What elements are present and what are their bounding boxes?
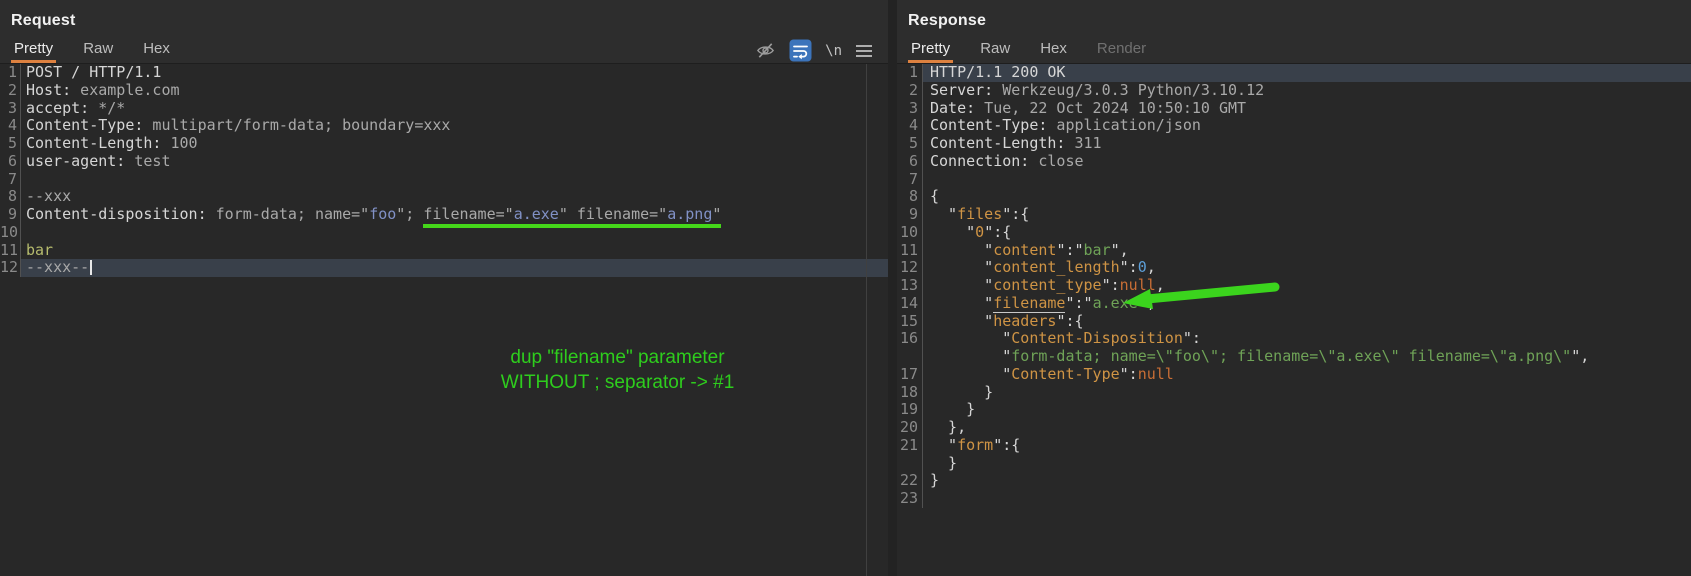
line-number: 6 xyxy=(0,152,21,171)
line-number: 21 xyxy=(897,436,923,455)
response-editor[interactable]: 1 HTTP/1.1 200 OK 2 Server: Werkzeug/3.0.3 … xyxy=(897,63,1691,576)
menu-icon[interactable] xyxy=(855,44,873,58)
response-panel-title: Response xyxy=(908,12,987,29)
line-number: 19 xyxy=(897,400,923,419)
code-line: 9 Content-disposition: form-data; name="f… xyxy=(0,205,888,228)
line-number: 20 xyxy=(897,418,923,437)
request-editor[interactable]: 1 POST / HTTP/1.1 2 Host: example.com 3 accep… xyxy=(0,63,888,576)
line-number: 4 xyxy=(897,116,923,135)
code-line: 2 Host: example.com xyxy=(0,81,888,100)
line-number: 17 xyxy=(897,365,923,384)
line-number: 22 xyxy=(897,471,923,490)
line-number: 9 xyxy=(0,205,21,224)
code-line: 3 Date: Tue, 22 Oct 2024 10:50:10 GMT xyxy=(897,99,1691,118)
code-line: 22} xyxy=(897,471,1691,490)
line-number: 8 xyxy=(897,187,923,206)
code-line: 1 HTTP/1.1 200 OK xyxy=(897,63,1691,82)
line-number: 4 xyxy=(0,116,21,135)
code-line: 20 }, xyxy=(897,418,1691,437)
code-line: 9 "files":{ xyxy=(897,205,1691,224)
code-line: 8 --xxx xyxy=(0,187,888,206)
response-tab-pretty[interactable]: Pretty xyxy=(908,38,953,63)
code-line: 11 bar xyxy=(0,240,54,260)
line-number: 6 xyxy=(897,152,923,171)
line-number: 1 xyxy=(897,63,923,82)
code-line: "form-data; name=\"foo\"; filename=\"a.e… xyxy=(897,347,1691,366)
line-number: 2 xyxy=(897,81,923,100)
line-number: 18 xyxy=(897,383,923,402)
request-tab-raw[interactable]: Raw xyxy=(80,38,116,63)
http-message-viewer: Request Pretty Raw Hex \n 1 POST / HTTP/… xyxy=(0,0,1691,576)
line-number: 14 xyxy=(897,294,923,313)
code-line: 12 "content_length":0, xyxy=(897,258,1691,277)
line-number: 2 xyxy=(0,81,21,100)
line-number xyxy=(897,348,923,366)
code-line: 16 "Content-Disposition": xyxy=(897,329,1691,348)
code-line: 14 "filename":"a.exe", xyxy=(897,293,1691,313)
line-number: 1 xyxy=(0,63,21,82)
request-panel-title: Request xyxy=(11,12,76,29)
code-line: 5 Content-Length: 311 xyxy=(897,134,1691,153)
green-annotation-text: dup "filename" parameter WITHOUT ; separ… xyxy=(500,347,735,393)
code-line: 10 "0":{ xyxy=(897,223,1691,242)
eye-slash-icon[interactable] xyxy=(755,40,776,61)
line-number: 11 xyxy=(897,241,923,260)
code-line: 21 "form":{ xyxy=(897,436,1691,455)
newline-icon[interactable]: \n xyxy=(825,43,842,59)
code-line: } xyxy=(897,454,1691,473)
line-number: 7 xyxy=(0,170,21,189)
request-tab-pretty[interactable]: Pretty xyxy=(11,38,56,63)
code-line: 4 Content-Type: application/json xyxy=(897,116,1691,135)
code-line: 11 "content":"bar", xyxy=(897,241,1691,260)
code-line: 6 user-agent: test xyxy=(0,152,888,171)
wrap-lines-icon[interactable] xyxy=(789,39,812,62)
line-number: 9 xyxy=(897,205,923,224)
code-line: 19 } xyxy=(897,400,1691,419)
line-number xyxy=(897,454,923,473)
code-line: 1 POST / HTTP/1.1 xyxy=(0,63,888,82)
code-line: 7 xyxy=(897,170,1691,189)
code-line: 12 --xxx-- xyxy=(0,258,888,277)
line-number: 23 xyxy=(897,489,923,508)
line-number: 3 xyxy=(0,99,21,118)
request-panel: Request Pretty Raw Hex \n 1 POST / HTTP/… xyxy=(0,0,888,576)
code-line: 3 accept: */* xyxy=(0,99,888,118)
code-line: 6 Connection: close xyxy=(897,152,1691,171)
line-number: 16 xyxy=(897,329,923,348)
request-tabbar: Pretty Raw Hex \n xyxy=(0,38,888,64)
line-number: 10 xyxy=(0,223,21,242)
request-scrollbar-track[interactable] xyxy=(866,64,867,576)
line-number: 3 xyxy=(897,99,923,118)
code-line: 4 Content-Type: multipart/form-data; boun… xyxy=(0,116,888,135)
response-tab-raw[interactable]: Raw xyxy=(977,38,1013,63)
line-number: 10 xyxy=(897,223,923,242)
line-number: 12 xyxy=(0,258,21,277)
code-line: 18 } xyxy=(897,383,1691,402)
line-number: 7 xyxy=(897,170,923,189)
code-line: 8{ xyxy=(897,187,1691,206)
code-line: 7 xyxy=(0,170,888,189)
panel-splitter[interactable] xyxy=(888,0,897,576)
line-number: 5 xyxy=(897,134,923,153)
text-cursor xyxy=(90,260,93,276)
code-line: 2 Server: Werkzeug/3.0.3 Python/3.10.12 xyxy=(897,81,1691,100)
line-number: 12 xyxy=(897,258,923,277)
line-number: 11 xyxy=(0,241,21,260)
response-tab-hex[interactable]: Hex xyxy=(1037,38,1070,63)
line-number: 15 xyxy=(897,312,923,331)
code-line: 17 "Content-Type":null xyxy=(897,365,1691,384)
response-tabbar: Pretty Raw Hex Render xyxy=(897,38,1691,64)
code-line: 13 "content_type":null, xyxy=(897,276,1691,295)
code-line: 10 xyxy=(0,223,888,242)
line-number: 13 xyxy=(897,276,923,295)
response-panel: Response Pretty Raw Hex Render 1 HTTP/1.1… xyxy=(897,0,1691,576)
code-line: 23 xyxy=(897,489,1691,508)
response-tab-render: Render xyxy=(1096,40,1147,57)
code-line: 5 Content-Length: 100 xyxy=(0,134,888,153)
line-number: 5 xyxy=(0,134,21,153)
code-line: 15 "headers":{ xyxy=(897,312,1691,331)
line-number: 8 xyxy=(0,187,21,206)
request-tab-hex[interactable]: Hex xyxy=(140,38,173,63)
